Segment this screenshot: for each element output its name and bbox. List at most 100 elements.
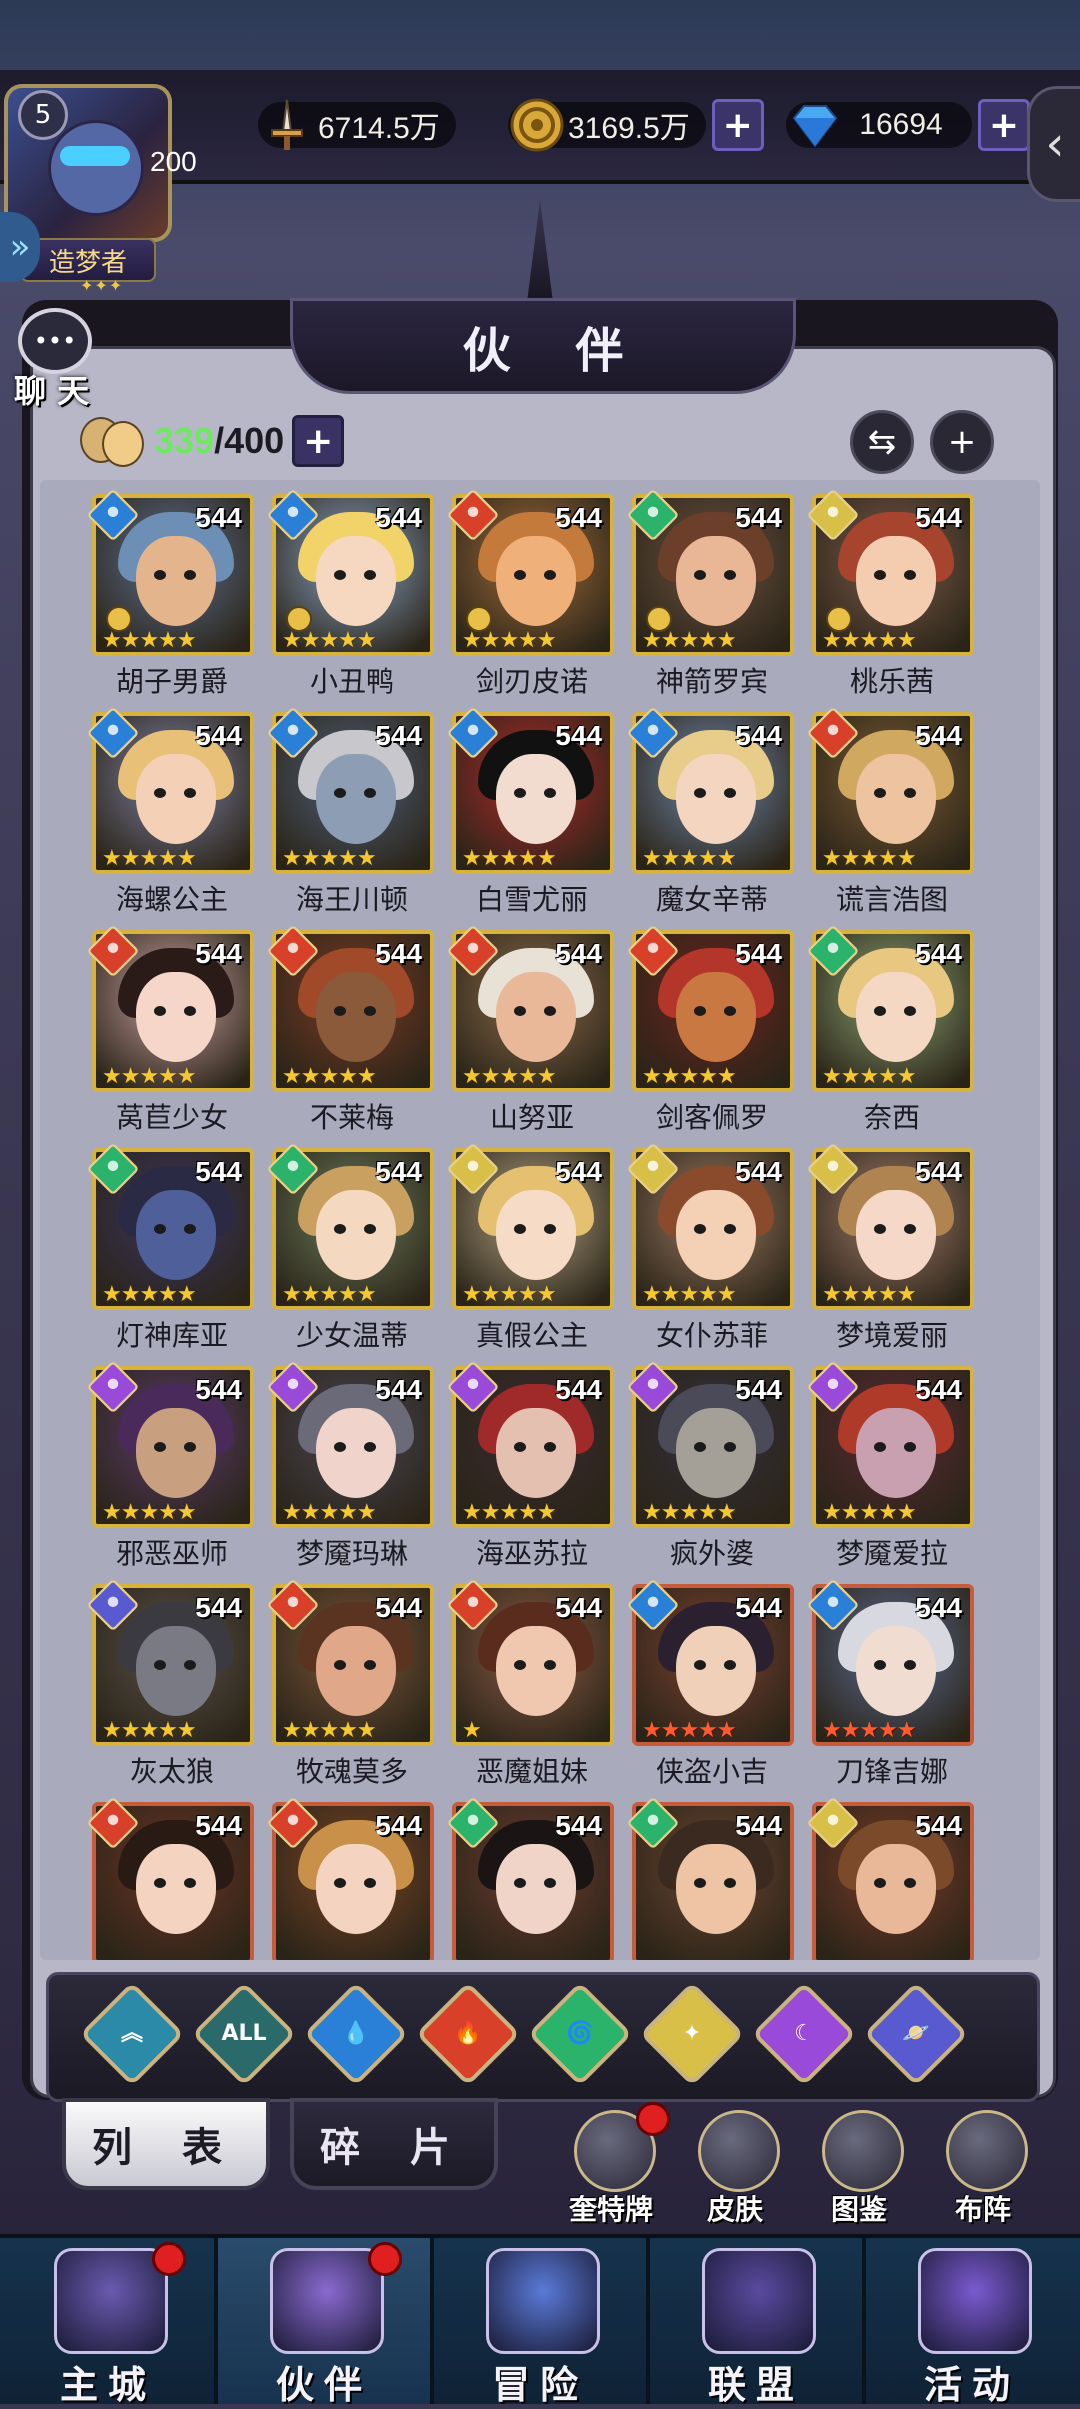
hero-level: 544: [915, 1592, 962, 1623]
hero-card[interactable]: 544 ★ 恶魔姐妹: [446, 1578, 614, 1794]
hero-card[interactable]: 544 ★★★★★ 胡子男爵: [86, 488, 254, 704]
nav-icon: [54, 2248, 168, 2354]
nav-item[interactable]: 伙伴: [216, 2238, 432, 2407]
hero-card[interactable]: 544 ★★★★★ 魔女辛蒂: [626, 706, 794, 922]
filter-light-icon[interactable]: ✦: [639, 1981, 745, 2087]
hero-card[interactable]: 544 ★★★★★ 梦境爱丽: [806, 1142, 974, 1358]
filter-light-label: ✦: [682, 2021, 702, 2046]
hero-face: [136, 754, 216, 844]
hero-card[interactable]: 544 ★★★★★ 牧魂莫多: [266, 1578, 434, 1794]
tab-fragments[interactable]: 碎 片: [290, 2098, 498, 2190]
hero-stars: ★★★★★: [282, 1064, 377, 1089]
hero-card[interactable]: 544 ★★★★★ 邪恶巫师: [86, 1360, 254, 1576]
nav-icon: [918, 2248, 1032, 2354]
hero-card[interactable]: 544 ★★★★★ 神箭罗宾: [626, 488, 794, 704]
nav-item[interactable]: 联盟: [648, 2238, 864, 2407]
nav-item[interactable]: 冒险: [432, 2238, 648, 2407]
hero-card[interactable]: 544 ★★★★★ 真假公主: [446, 1142, 614, 1358]
hero-card[interactable]: 544 ★★★★★ 少女温蒂: [266, 1142, 434, 1358]
tab-list[interactable]: 列 表: [62, 2098, 270, 2190]
hero-eye: [694, 1442, 706, 1452]
hero-name: 女仆苏菲: [655, 1319, 768, 1352]
hero-eye: [184, 570, 196, 580]
hero-card[interactable]: 544 ★★★★★ 侠盗小吉: [626, 1578, 794, 1794]
nav-item[interactable]: 活动: [864, 2238, 1080, 2407]
hero-card[interactable]: 544 ★★★★★ 海巫苏拉: [446, 1360, 614, 1576]
filter-dark-icon[interactable]: ☾: [751, 1981, 857, 2087]
filter-water-icon[interactable]: 💧: [303, 1981, 409, 2087]
hero-card[interactable]: 544 ★★★★★ 海王川顿: [266, 706, 434, 922]
hero-level: 544: [195, 1810, 242, 1841]
hero-stars: ★★★★★: [102, 1500, 197, 1525]
page-title: 伙 伴: [462, 323, 648, 379]
hero-card[interactable]: 544 ★★★★★ 灯神库亚: [86, 1142, 254, 1358]
hero-stars: ★★★★★: [822, 1718, 917, 1743]
filter-favorite-icon[interactable]: ︽: [79, 1981, 185, 2087]
hero-eye: [184, 788, 196, 798]
filter-all-icon[interactable]: ALL: [191, 1981, 297, 2087]
hero-card[interactable]: 544 ★★★★★ 剑刃皮诺: [446, 488, 614, 704]
hero-card[interactable]: 544 ★★★★★ 刀锋吉娜: [806, 1578, 974, 1794]
hero-card[interactable]: 544 ★★★★★ 小丑鸭: [266, 488, 434, 704]
swap-icon[interactable]: ⇆: [850, 410, 914, 474]
hero-eye: [334, 1224, 346, 1234]
tool-label: 奎特牌: [568, 2193, 653, 2226]
hero-eye: [874, 1006, 886, 1016]
hero-card[interactable]: 544 ★★★★★ 海螺公主: [86, 706, 254, 922]
add-diamond-button[interactable]: +: [978, 99, 1030, 151]
hero-card[interactable]: 544 ★★★★★ 梦魇爱拉: [806, 1360, 974, 1576]
collapse-tab[interactable]: ‹: [1027, 86, 1080, 202]
hero-stars: ★★★★★: [102, 846, 197, 871]
hero-name: 真假公主: [475, 1319, 588, 1352]
tool-button[interactable]: 皮肤: [680, 2110, 790, 2230]
hero-card[interactable]: 544 ★★★★★ 疯外婆: [626, 1360, 794, 1576]
add-icon[interactable]: +: [930, 410, 994, 474]
hero-card[interactable]: 544 ★★★★★ 奈西: [806, 924, 974, 1140]
nav-divider: [430, 2238, 434, 2404]
tool-button[interactable]: 奎特牌: [556, 2102, 670, 2230]
hero-level: 544: [735, 1374, 782, 1405]
hero-name: 白雪尤丽: [475, 883, 588, 916]
hero-card[interactable]: 544: [266, 1796, 434, 1960]
filter-wind-icon[interactable]: 🌀: [527, 1981, 633, 2087]
hero-card[interactable]: 544 ★★★★★ 山努亚: [446, 924, 614, 1140]
hero-face: [136, 972, 216, 1062]
hero-name: 神箭罗宾: [655, 665, 768, 698]
nav-icon: [486, 2248, 600, 2354]
hero-card[interactable]: 544: [806, 1796, 974, 1960]
hero-stars: ★★★★★: [642, 1064, 737, 1089]
tool-button[interactable]: 图鉴: [804, 2110, 914, 2230]
notification-dot: [368, 2242, 402, 2276]
hero-eye: [334, 788, 346, 798]
hero-card[interactable]: 544: [446, 1796, 614, 1960]
filter-cosmic-icon[interactable]: 🪐: [863, 1981, 969, 2087]
hero-card[interactable]: 544 ★★★★★ 桃乐茜: [806, 488, 974, 704]
chat-button[interactable]: ••• 聊 天: [8, 300, 98, 410]
hero-card[interactable]: 544: [626, 1796, 794, 1960]
hero-face: [316, 972, 396, 1062]
hero-eye: [514, 788, 526, 798]
nav-item[interactable]: 主城: [0, 2238, 216, 2407]
hero-card[interactable]: 544 ★★★★★ 梦魇玛琳: [266, 1360, 434, 1576]
hero-eye: [154, 1442, 166, 1452]
hero-name: 少女温蒂: [295, 1319, 408, 1352]
hero-card[interactable]: 544: [86, 1796, 254, 1960]
hero-card[interactable]: 544 ★★★★★ 剑客佩罗: [626, 924, 794, 1140]
expand-capacity-button[interactable]: +: [292, 415, 345, 467]
add-gold-button[interactable]: +: [711, 99, 764, 151]
hero-eye: [904, 1224, 916, 1234]
filter-all-label: ALL: [221, 2021, 267, 2046]
hero-eye: [724, 788, 736, 798]
tool-button[interactable]: 布阵: [928, 2110, 1038, 2230]
hero-card[interactable]: 544 ★★★★★ 莴苣少女: [86, 924, 254, 1140]
hero-card[interactable]: 544 ★★★★★ 女仆苏菲: [626, 1142, 794, 1358]
hero-eye: [364, 1442, 376, 1452]
hero-face: [856, 754, 936, 844]
hero-card[interactable]: 544 ★★★★★ 不莱梅: [266, 924, 434, 1140]
filter-fire-icon[interactable]: 🔥: [415, 1981, 521, 2087]
hero-card[interactable]: 544 ★★★★★ 灰太狼: [86, 1578, 254, 1794]
hero-name: 刀锋吉娜: [835, 1755, 948, 1788]
hero-card[interactable]: 544 ★★★★★ 谎言浩图: [806, 706, 974, 922]
hero-card[interactable]: 544 ★★★★★ 白雪尤丽: [446, 706, 614, 922]
hero-stars: ★★★★★: [282, 1500, 377, 1525]
